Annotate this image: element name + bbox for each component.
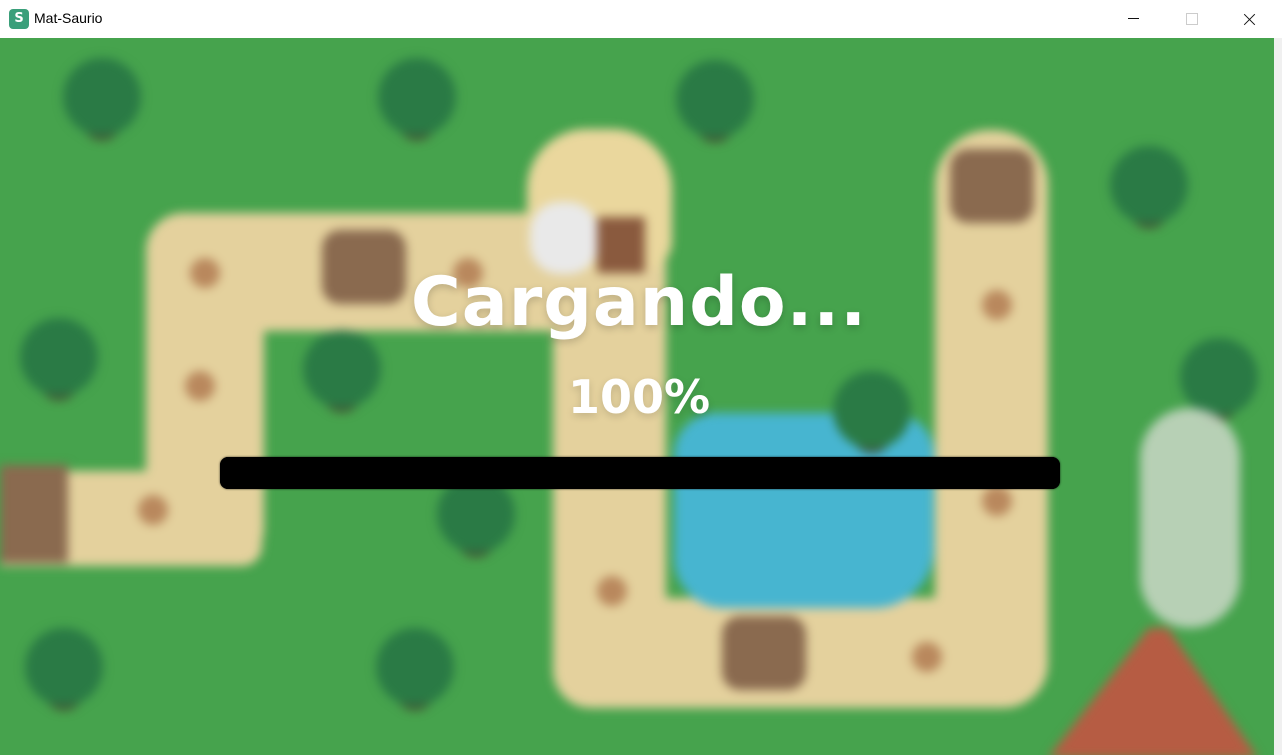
window-title: Mat-Saurio (34, 10, 103, 26)
loading-percentage: 100% (567, 370, 711, 424)
loading-overlay: Cargando... 100% (0, 38, 1274, 755)
maximize-button[interactable] (1162, 0, 1220, 38)
loading-title: Cargando... (410, 263, 868, 342)
loading-scene: Cargando... 100% (0, 38, 1274, 755)
game-window: S Mat-Saurio Cargando... 100% (0, 0, 1282, 755)
minimize-button[interactable] (1104, 0, 1162, 38)
app-icon: S (9, 9, 29, 29)
loading-progress-bar (220, 457, 1060, 489)
title-bar: S Mat-Saurio (0, 0, 1282, 39)
loading-progress-fill (220, 457, 1060, 489)
close-button[interactable] (1220, 0, 1278, 38)
window-scrollbar[interactable] (1274, 38, 1282, 755)
